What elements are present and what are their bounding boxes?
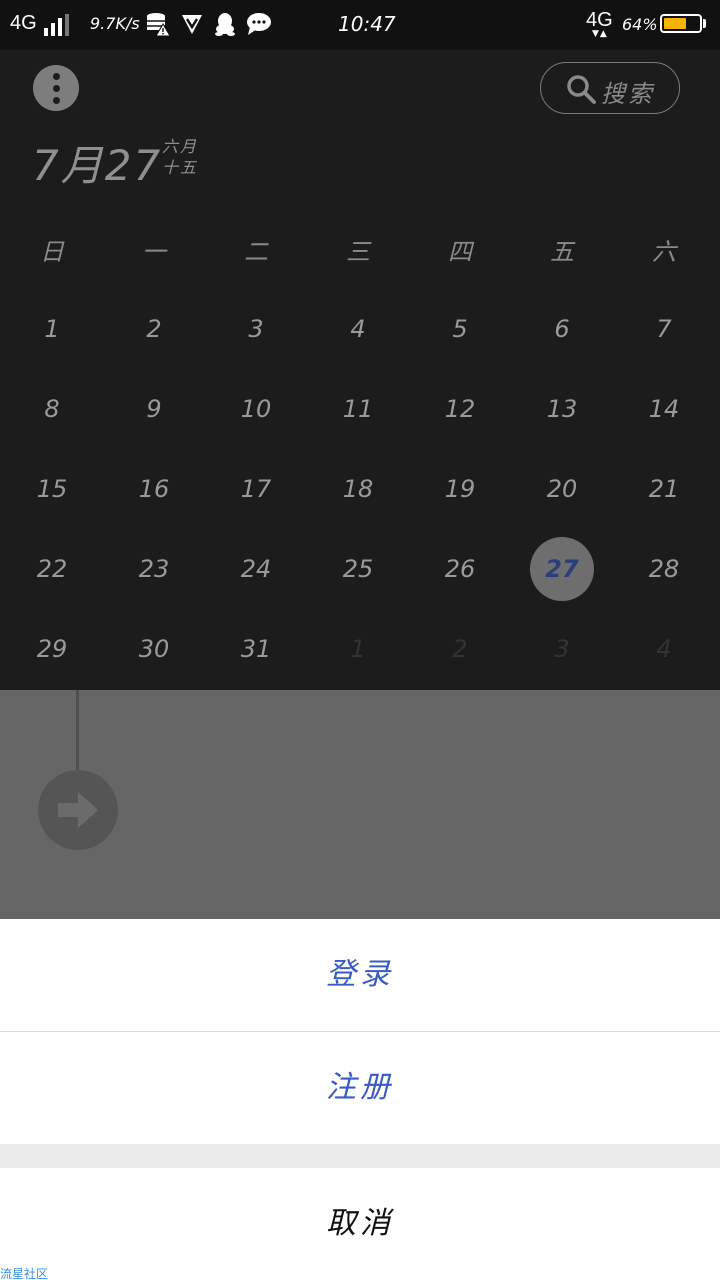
clock-time: 10:47: [338, 12, 396, 36]
calendar-day[interactable]: 21: [613, 464, 715, 514]
app-screen: 4G 9.7K/s 10:47 4G ▼▲ 64% 搜索 7月27 六月 十五 …: [0, 0, 720, 1280]
lunar-day: 十五: [162, 158, 199, 177]
calendar-day[interactable]: 15: [1, 464, 103, 514]
battery-level: [664, 18, 686, 29]
calendar-day[interactable]: 8: [1, 384, 103, 434]
more-vertical-icon[interactable]: [33, 65, 79, 111]
cancel-button[interactable]: 取消: [0, 1168, 720, 1280]
storage-warning-icon: [146, 12, 171, 40]
calendar-day[interactable]: 2: [103, 304, 205, 354]
calendar-day[interactable]: 20: [511, 464, 613, 514]
calendar-day[interactable]: 16: [103, 464, 205, 514]
dimmed-content: [0, 690, 720, 919]
calendar-day[interactable]: 14: [613, 384, 715, 434]
calendar-day[interactable]: 11: [307, 384, 409, 434]
calendar-day[interactable]: 17: [205, 464, 307, 514]
calendar-panel: 搜索 7月27 六月 十五 日一二三四五六 1 2 3 4 5 6 7 8 9 10 11 12 13 1…: [0, 50, 720, 690]
status-bar: 4G 9.7K/s 10:47 4G ▼▲ 64%: [0, 0, 720, 50]
calendar-day[interactable]: 26: [409, 544, 511, 594]
calendar-day[interactable]: 5: [409, 304, 511, 354]
search-label: 搜索: [601, 80, 655, 108]
network-type-left: 4G: [10, 12, 37, 34]
calendar-day[interactable]: 9: [103, 384, 205, 434]
battery-icon: [660, 14, 702, 33]
register-button[interactable]: 注册: [0, 1032, 720, 1144]
data-activity-icon: ▼▲: [592, 29, 608, 39]
sheet-gap: [0, 1144, 720, 1168]
battery-tip: [703, 19, 706, 28]
calendar-day[interactable]: 13: [511, 384, 613, 434]
calendar-day-selected[interactable]: 27: [511, 537, 613, 601]
signal-icon: [44, 14, 72, 40]
battery-percent: 64%: [622, 15, 658, 34]
login-button[interactable]: 登录: [0, 919, 720, 1031]
lunar-date: 六月 十五: [162, 136, 198, 178]
chat-bubble-icon: [246, 12, 272, 40]
qq-icon: [214, 12, 236, 40]
calendar-day[interactable]: 6: [511, 304, 613, 354]
weekday-label: 日: [40, 238, 64, 266]
calendar-day[interactable]: 1: [1, 304, 103, 354]
shield-v-icon: [180, 12, 204, 40]
calendar-day[interactable]: 28: [613, 544, 715, 594]
arrow-right-icon: [58, 792, 98, 828]
current-date: 7月27: [32, 141, 163, 190]
calendar-day[interactable]: 23: [103, 544, 205, 594]
calendar-day[interactable]: 31: [205, 624, 307, 674]
calendar-day[interactable]: 30: [103, 624, 205, 674]
timeline-line: [76, 690, 79, 770]
weekday-label: 二: [244, 238, 268, 266]
calendar-day-next-month[interactable]: 4: [613, 624, 715, 674]
action-sheet: 登录 注册 取消: [0, 919, 720, 1280]
calendar-day[interactable]: 22: [1, 544, 103, 594]
weekday-label: 四: [448, 238, 472, 266]
calendar-day-next-month[interactable]: 3: [511, 624, 613, 674]
lunar-month: 六月: [162, 137, 199, 156]
arrow-right-button[interactable]: [38, 770, 118, 850]
calendar-day[interactable]: 4: [307, 304, 409, 354]
calendar-day[interactable]: 10: [205, 384, 307, 434]
calendar-day[interactable]: 29: [1, 624, 103, 674]
calendar-day-next-month[interactable]: 1: [307, 624, 409, 674]
calendar-day[interactable]: 12: [409, 384, 511, 434]
calendar-day[interactable]: 25: [307, 544, 409, 594]
search-icon: [567, 75, 596, 104]
calendar-day[interactable]: 24: [205, 544, 307, 594]
weekday-label: 五: [550, 238, 574, 266]
calendar-day[interactable]: 7: [613, 304, 715, 354]
calendar-day[interactable]: 3: [205, 304, 307, 354]
watermark-text: 流星社区: [0, 1267, 49, 1280]
calendar-day-next-month[interactable]: 2: [409, 624, 511, 674]
weekday-label: 三: [346, 238, 370, 266]
weekday-label: 一: [142, 238, 166, 266]
search-button[interactable]: 搜索: [540, 62, 680, 114]
calendar-day[interactable]: 18: [307, 464, 409, 514]
calendar-day[interactable]: 19: [409, 464, 511, 514]
weekday-label: 六: [652, 238, 676, 266]
network-speed: 9.7K/s: [90, 14, 140, 33]
